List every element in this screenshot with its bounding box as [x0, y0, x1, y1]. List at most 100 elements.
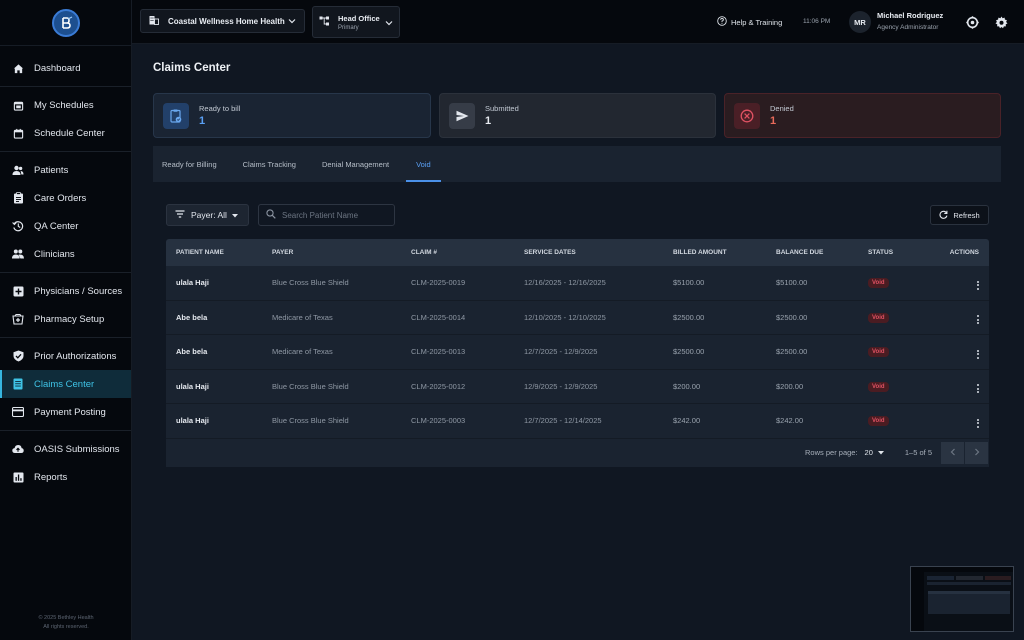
sidebar-item-label: Prior Authorizations: [34, 350, 117, 362]
sidebar-item-label: QA Center: [34, 220, 79, 232]
stat-label: Submitted: [485, 104, 519, 113]
send-icon: [449, 102, 475, 129]
stat-value: 1: [485, 115, 492, 127]
search-input[interactable]: [282, 210, 392, 220]
tab-void[interactable]: Void: [406, 146, 441, 182]
sidebar-item-patients[interactable]: Patients: [0, 156, 131, 184]
table-row[interactable]: ulala Haji Blue Cross Blue Shield CLM-20…: [166, 369, 989, 404]
column-header[interactable]: Claim #: [401, 249, 514, 256]
sidebar-item-dashboard[interactable]: Dashboard: [0, 54, 131, 82]
sidebar-item-physicians-sources[interactable]: Physicians / Sources: [0, 277, 131, 305]
sidebar-item-oasis-submissions[interactable]: OASIS Submissions: [0, 435, 131, 463]
tab-denial-management[interactable]: Denial Management: [313, 146, 398, 182]
next-page-button[interactable]: [965, 441, 988, 464]
cell-actions: [931, 276, 989, 290]
sidebar-item-label: Schedule Center: [34, 127, 105, 139]
sidebar-item-schedule-center[interactable]: Schedule Center: [0, 119, 131, 147]
sidebar-item-my-schedules[interactable]: My Schedules: [0, 91, 131, 119]
table-row[interactable]: ulala Haji Blue Cross Blue Shield CLM-20…: [166, 266, 989, 301]
table-row[interactable]: Abe bela Medicare of Texas CLM-2025-0014…: [166, 300, 989, 335]
preferences-icon[interactable]: [965, 15, 979, 29]
bar-chart-icon: [12, 471, 24, 483]
organization-name: Coastal Wellness Home Health: [168, 16, 285, 26]
copyright-line: All rights reserved.: [43, 624, 89, 630]
column-header[interactable]: Service Dates: [514, 249, 663, 256]
clipboard-icon: [12, 192, 24, 204]
nav-divider: [0, 272, 131, 273]
cell-dates: 12/9/2025 - 12/9/2025: [524, 381, 598, 391]
cell-status: Void: [858, 277, 931, 289]
clipboard-check-icon: [163, 102, 189, 129]
sidebar-item-qa-center[interactable]: QA Center: [0, 212, 131, 240]
nav-divider: [0, 151, 131, 152]
more-vertical-icon[interactable]: [977, 418, 979, 428]
claims-tabs: Ready for Billing Claims Tracking Denial…: [153, 146, 1001, 182]
stat-card-ready-to-bill[interactable]: Ready to bill 1: [153, 93, 431, 138]
close-circle-icon: [734, 102, 760, 129]
cell-claim: CLM-2025-0019: [411, 278, 466, 288]
nav-divider: [0, 337, 131, 338]
stat-card-denied[interactable]: Denied 1: [724, 93, 1001, 138]
rows-per-page-value: 20: [864, 448, 873, 457]
tab-claims-tracking[interactable]: Claims Tracking: [234, 146, 305, 182]
sidebar-item-care-orders[interactable]: Care Orders: [0, 184, 131, 212]
cell-status: Void: [858, 312, 931, 323]
sidebar-item-label: Reports: [34, 471, 68, 483]
column-header[interactable]: Payer: [262, 249, 401, 256]
user-info[interactable]: Michael Rodriguez Agency Administrator: [877, 11, 943, 31]
tab-ready-for-billing[interactable]: Ready for Billing: [153, 146, 226, 182]
search-icon: [266, 206, 276, 224]
more-vertical-icon[interactable]: [977, 315, 979, 325]
more-vertical-icon[interactable]: [977, 280, 979, 290]
payer-filter-label: Payer: All: [191, 210, 227, 220]
organization-select[interactable]: Coastal Wellness Home Health: [140, 9, 305, 33]
help-training-link[interactable]: Help & Training: [717, 16, 782, 28]
cell-balance: $5100.00: [776, 278, 808, 288]
claims-table: Patient Name Payer Claim # Service Dates…: [166, 239, 989, 467]
rows-per-page-select[interactable]: 20: [865, 448, 884, 457]
sidebar-item-label: Clinicians: [34, 248, 75, 260]
sidebar-item-pharmacy-setup[interactable]: Pharmacy Setup: [0, 305, 131, 333]
cell-dates: 12/10/2025 - 12/10/2025: [524, 312, 606, 322]
column-header[interactable]: Patient Name: [166, 249, 262, 256]
copyright: © 2025 Bethley Health All rights reserve…: [0, 614, 132, 632]
cell-dates: 12/7/2025 - 12/14/2025: [524, 416, 602, 426]
more-vertical-icon[interactable]: [977, 384, 979, 394]
prev-page-button[interactable]: [941, 441, 964, 464]
cell-claim: CLM-2025-0012: [411, 381, 466, 391]
payer-filter-button[interactable]: Payer: All: [166, 204, 249, 226]
sidebar-item-clinicians[interactable]: Clinicians: [0, 240, 131, 268]
sidebar-item-claims-center[interactable]: Claims Center: [0, 370, 131, 398]
more-vertical-icon[interactable]: [977, 349, 979, 359]
minimap-preview[interactable]: [910, 566, 1014, 632]
stat-text: Ready to bill 1: [199, 104, 240, 127]
filter-icon: [175, 210, 185, 220]
column-header[interactable]: Billed Amount: [663, 249, 766, 256]
stat-card-submitted[interactable]: Submitted 1: [439, 93, 716, 138]
table-row[interactable]: Abe bela Medicare of Texas CLM-2025-0013…: [166, 335, 989, 370]
user-role: Agency Administrator: [877, 24, 939, 31]
stat-label: Denied: [770, 104, 794, 113]
cell-actions: [931, 414, 989, 428]
column-header[interactable]: Balance Due: [766, 249, 858, 256]
avatar[interactable]: MR: [849, 11, 871, 33]
topbar: Coastal Wellness Home Health Head Office…: [132, 0, 1024, 44]
status-badge: Void: [868, 312, 889, 323]
search-box: [258, 204, 395, 226]
column-header[interactable]: Status: [858, 249, 931, 256]
sidebar-item-payment-posting[interactable]: Payment Posting: [0, 398, 131, 426]
cell-billed: $2500.00: [673, 347, 705, 357]
refresh-icon: [939, 210, 948, 221]
table-row[interactable]: ulala Haji Blue Cross Blue Shield CLM-20…: [166, 404, 989, 439]
gear-icon[interactable]: [994, 15, 1008, 29]
brand-logo-icon[interactable]: [51, 8, 80, 37]
status-badge: Void: [868, 347, 889, 358]
office-select[interactable]: Head Office Primary: [312, 6, 400, 38]
refresh-button[interactable]: Refresh: [930, 205, 989, 225]
sidebar-item-prior-authorizations[interactable]: Prior Authorizations: [0, 342, 131, 370]
sidebar-item-reports[interactable]: Reports: [0, 463, 131, 491]
cell-billed: $2500.00: [673, 312, 705, 322]
chevron-down-icon: [288, 17, 296, 26]
cell-claim: CLM-2025-0003: [411, 416, 466, 426]
document-icon: [12, 378, 24, 390]
